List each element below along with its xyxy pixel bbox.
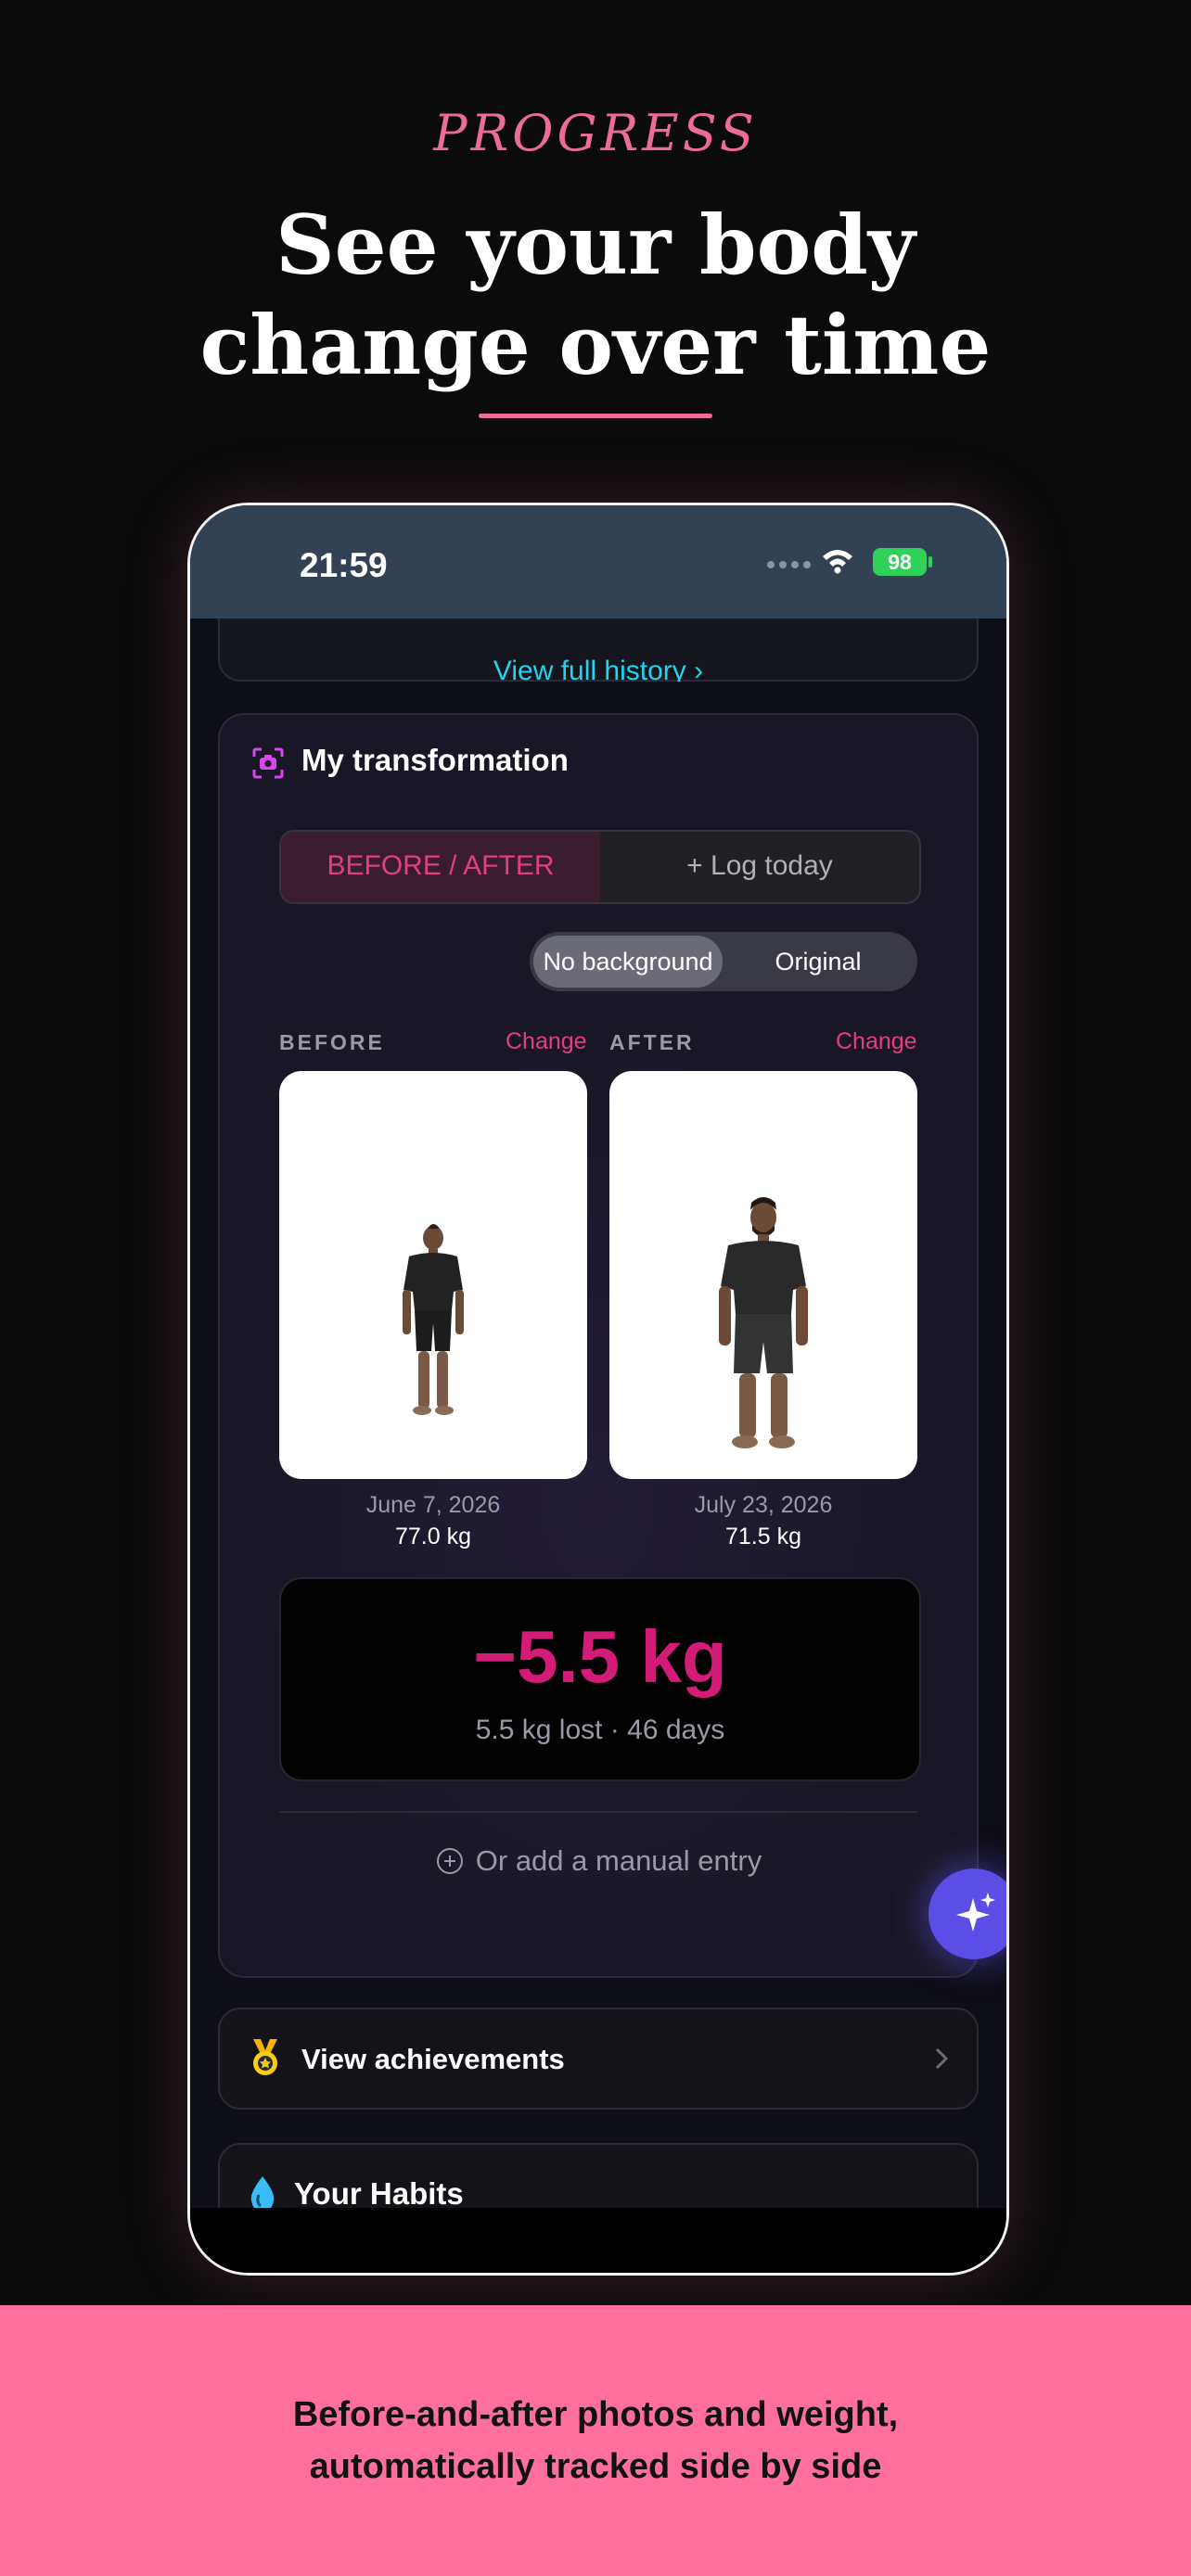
after-label: AFTER	[609, 1030, 695, 1054]
headline-line-2: change over time	[199, 297, 992, 393]
add-manual-entry-label: Or add a manual entry	[475, 1844, 762, 1877]
card-title: My transformation	[301, 743, 569, 777]
before-label: BEFORE	[279, 1030, 385, 1054]
battery-cap	[928, 556, 932, 567]
cellular-signal-icon	[767, 561, 811, 568]
phone-frame: View full history › My transformation BE…	[187, 503, 1009, 2276]
after-change-button[interactable]: Change	[836, 1028, 917, 1055]
ai-assistant-button[interactable]	[928, 1868, 1006, 1959]
tab-log-today[interactable]: + Log today	[600, 832, 919, 902]
weight-change-summary: −5.5 kg 5.5 kg lost · 46 days	[279, 1577, 921, 1781]
before-change-button[interactable]: Change	[506, 1028, 587, 1055]
camera-scan-icon	[252, 747, 284, 779]
tab-before-after[interactable]: BEFORE / AFTER	[281, 832, 600, 902]
before-date: June 7, 2026	[365, 1492, 501, 1518]
caption-line-2: automatically tracked side by side	[309, 2447, 882, 2486]
chevron-right-icon	[935, 2047, 949, 2070]
background-toggle: No background Original	[530, 932, 917, 991]
caption-band: Before-and-after photos and weight, auto…	[0, 2305, 1191, 2576]
headline: See your body change over time	[0, 195, 1191, 395]
after-weight: 71.5 kg	[724, 1524, 801, 1549]
battery-level: 98	[888, 550, 912, 574]
headline-underline	[479, 414, 712, 418]
before-weight: 77.0 kg	[394, 1524, 471, 1549]
view-achievements-label: View achievements	[301, 2043, 565, 2075]
add-manual-entry-button[interactable]: Or add a manual entry	[220, 1844, 977, 1878]
battery-indicator: 98	[873, 548, 927, 576]
after-photo[interactable]	[609, 1071, 917, 1479]
habits-title: Your Habits	[294, 2176, 464, 2211]
caption-line-1: Before-and-after photos and weight,	[292, 2395, 899, 2434]
transformation-card: My transformation BEFORE / AFTER + Log t…	[218, 713, 979, 1978]
caption: Before-and-after photos and weight, auto…	[0, 2389, 1191, 2493]
plus-circle-icon	[436, 1847, 463, 1874]
before-photo[interactable]	[279, 1071, 587, 1479]
view-achievements-row[interactable]: View achievements	[218, 2008, 979, 2110]
kicker: PROGRESS	[433, 104, 758, 162]
view-mode-segmented-control: BEFORE / AFTER + Log today	[279, 830, 921, 904]
before-person-figure	[403, 1224, 464, 1415]
weight-delta-value: −5.5 kg	[473, 1615, 727, 1698]
status-bar: 21:59 98	[190, 505, 1006, 618]
medal-icon	[253, 2039, 277, 2075]
divider	[279, 1811, 917, 1813]
sparkles-icon	[956, 1893, 995, 1932]
status-time: 21:59	[300, 546, 388, 584]
wifi-icon	[823, 550, 852, 574]
after-person-figure	[719, 1197, 808, 1448]
headline-line-1: See your body	[275, 197, 916, 293]
toggle-original[interactable]: Original	[723, 936, 914, 988]
after-date: July 23, 2026	[694, 1492, 833, 1518]
toggle-no-background[interactable]: No background	[533, 936, 723, 988]
phone-bottom-bar	[190, 2208, 1006, 2273]
weight-delta-summary: 5.5 kg lost · 46 days	[475, 1715, 725, 1745]
